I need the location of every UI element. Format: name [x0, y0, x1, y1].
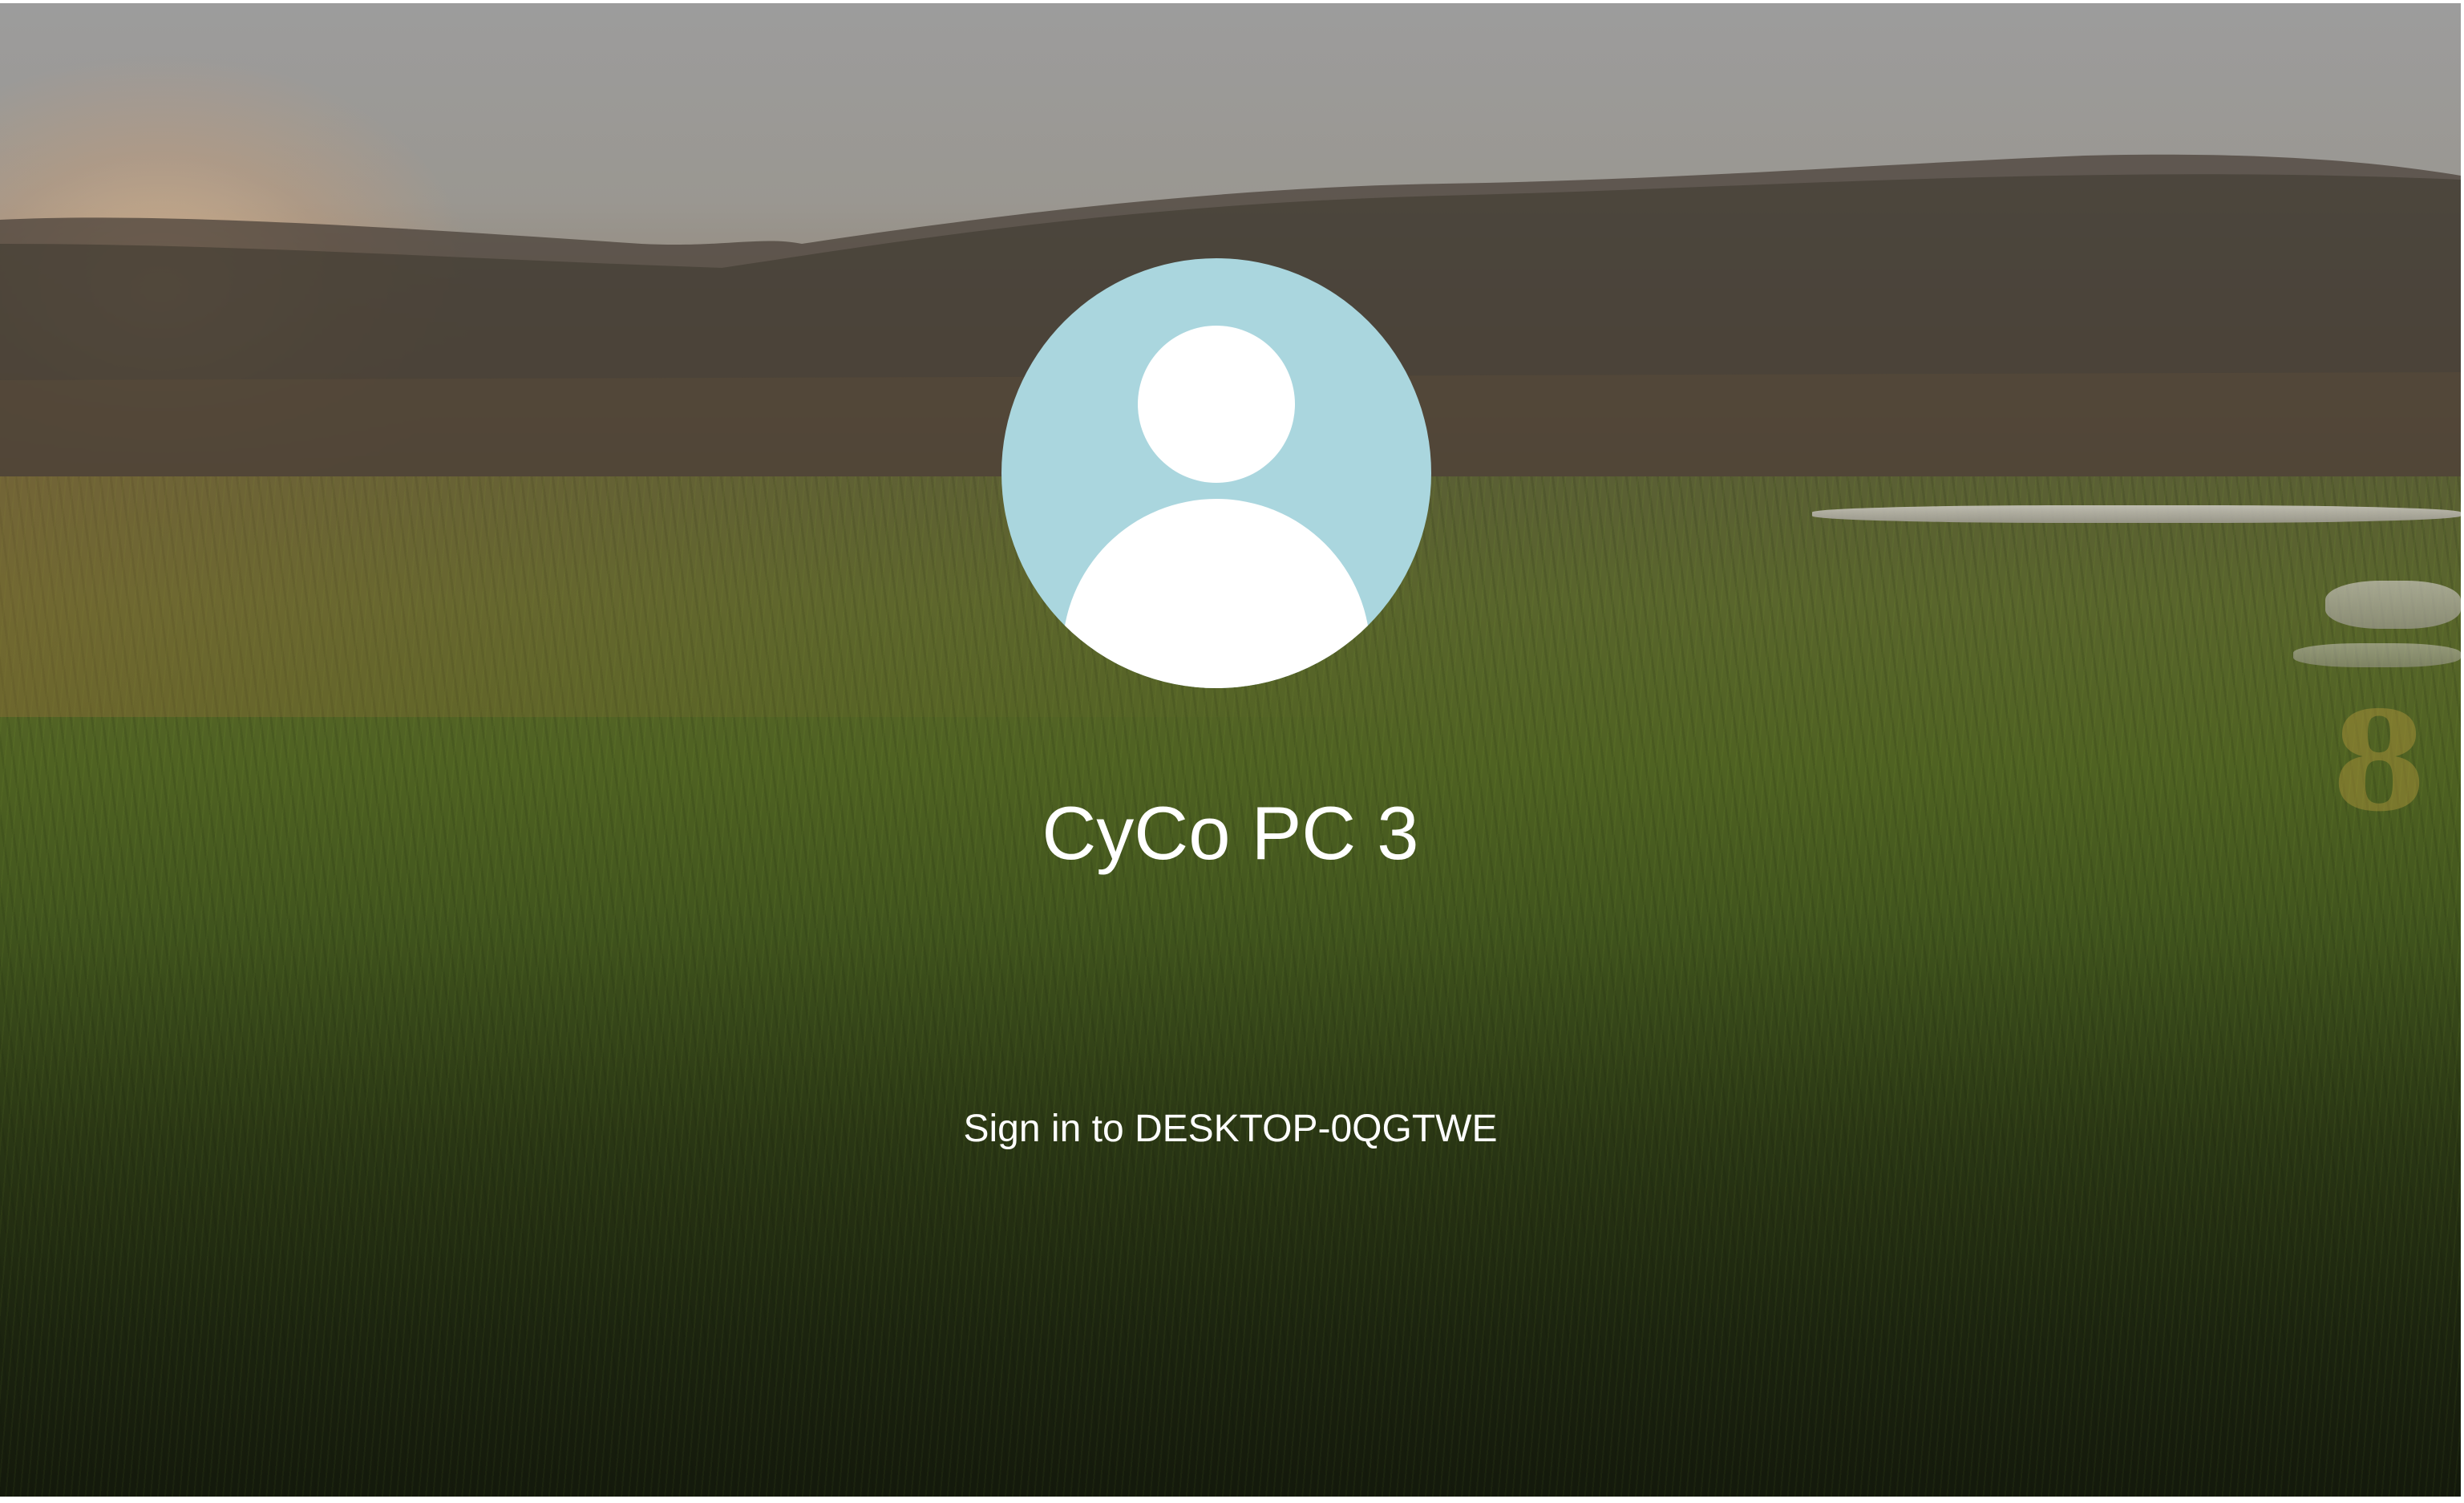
- corner-glyph: 8: [2332, 682, 2427, 842]
- avatar-head: [1138, 326, 1295, 483]
- sign-in-target-text: Sign in to DESKTOP-0QGTWE: [963, 1108, 1498, 1150]
- avatar-body: [1062, 499, 1370, 688]
- wallpaper-vignette: [0, 3, 2461, 1497]
- lock-screen: CyCo PC 3 Sign in to DESKTOP-0QGTWE 8: [0, 3, 2461, 1497]
- user-name: CyCo PC 3: [1042, 791, 1419, 875]
- user-avatar-icon: [1001, 258, 1431, 688]
